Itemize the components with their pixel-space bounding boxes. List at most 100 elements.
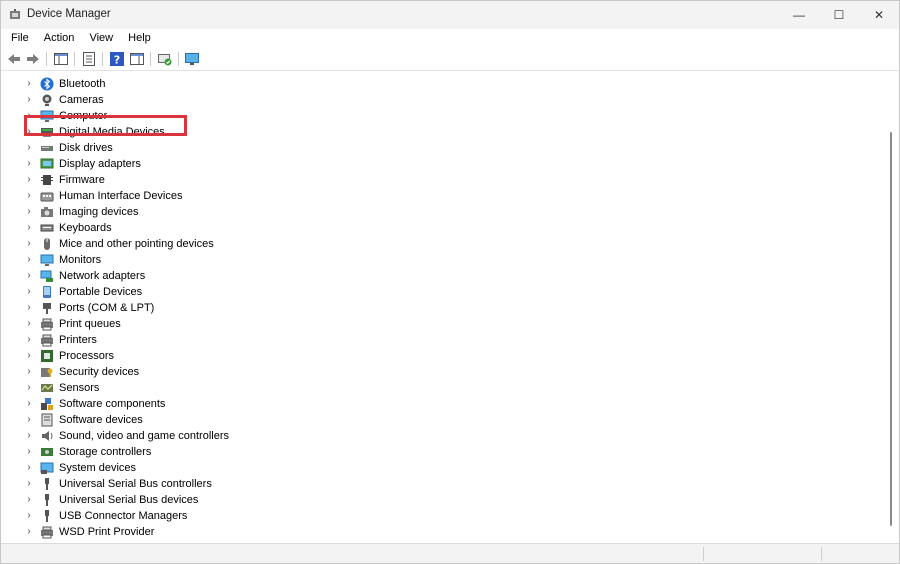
tree-item-label: Human Interface Devices: [59, 190, 183, 202]
vertical-scrollbar[interactable]: [885, 71, 899, 543]
portable-device-icon: [43, 286, 51, 298]
tree-item-keyboards[interactable]: › Keyboards: [23, 220, 623, 236]
port-icon: [43, 303, 51, 314]
chevron-right-icon[interactable]: ›: [23, 236, 35, 252]
menu-action[interactable]: Action: [38, 29, 81, 47]
chevron-right-icon[interactable]: ›: [23, 348, 35, 364]
tree-item-system-devices[interactable]: › System devices: [23, 460, 623, 476]
scan-hardware-icon[interactable]: [157, 51, 173, 67]
chevron-right-icon[interactable]: ›: [23, 140, 35, 156]
tree-item-ports-com-lpt[interactable]: › Ports (COM & LPT): [23, 300, 623, 316]
chevron-right-icon[interactable]: ›: [23, 492, 35, 508]
menu-file[interactable]: File: [5, 29, 35, 47]
tree-item-universal-serial-bus-controllers[interactable]: › Universal Serial Bus controllers: [23, 476, 623, 492]
chevron-right-icon[interactable]: ›: [23, 460, 35, 476]
disk-drive-icon: [41, 146, 53, 151]
keyboard-icon: [40, 224, 54, 232]
status-separator: [703, 547, 704, 561]
chevron-right-icon[interactable]: ›: [23, 524, 35, 540]
show-hide-console-tree-icon[interactable]: [53, 51, 69, 67]
chevron-right-icon[interactable]: ›: [23, 268, 35, 284]
menu-view[interactable]: View: [83, 29, 119, 47]
tree-item-firmware[interactable]: › Firmware: [23, 172, 623, 188]
tree-item-software-devices[interactable]: › Software devices: [23, 412, 623, 428]
monitor-icon[interactable]: [184, 51, 200, 67]
chevron-right-icon[interactable]: ›: [23, 204, 35, 220]
tree-item-software-components[interactable]: › Software components: [23, 396, 623, 412]
help-icon[interactable]: ?: [109, 51, 125, 67]
storage-controller-icon: [41, 448, 53, 456]
hid-icon: [40, 192, 54, 202]
tree-item-processors[interactable]: › Processors: [23, 348, 623, 364]
tree-item-bluetooth[interactable]: › Bluetooth: [23, 76, 623, 92]
tree-item-network-adapters[interactable]: › Network adapters: [23, 268, 623, 284]
chevron-right-icon[interactable]: ›: [23, 428, 35, 444]
chevron-right-icon[interactable]: ›: [23, 476, 35, 492]
maximize-button[interactable]: ☐: [821, 1, 857, 29]
action-pane-icon[interactable]: [129, 51, 145, 67]
properties-icon[interactable]: [81, 51, 97, 67]
system-device-icon: [40, 462, 54, 474]
tree-item-storage-controllers[interactable]: › Storage controllers: [23, 444, 623, 460]
tree-item-wsd-print-provider[interactable]: › WSD Print Provider: [23, 524, 623, 540]
chevron-right-icon[interactable]: ›: [23, 76, 35, 92]
tree-item-print-queues[interactable]: › Print queues: [23, 316, 623, 332]
status-bar: [1, 543, 899, 563]
sensor-icon: [41, 384, 53, 392]
chevron-right-icon[interactable]: ›: [23, 284, 35, 300]
tree-item-label: System devices: [59, 462, 137, 474]
chevron-right-icon[interactable]: ›: [23, 220, 35, 236]
chevron-right-icon[interactable]: ›: [23, 332, 35, 348]
menu-bar: File Action View Help: [1, 29, 899, 47]
tree-item-human-interface-devices[interactable]: › Human Interface Devices: [23, 188, 623, 204]
usb-controller-icon: [45, 478, 49, 490]
chevron-right-icon[interactable]: ›: [23, 316, 35, 332]
chevron-right-icon[interactable]: ›: [23, 188, 35, 204]
title-bar[interactable]: Device Manager — ☐ ✕: [1, 1, 899, 29]
chevron-right-icon[interactable]: ›: [23, 396, 35, 412]
tree-item-disk-drives[interactable]: › Disk drives: [23, 140, 623, 156]
chevron-right-icon[interactable]: ›: [23, 92, 35, 108]
tree-item-label: Universal Serial Bus controllers: [59, 478, 212, 490]
tree-item-label: Print queues: [59, 318, 121, 330]
tree-item-sound-video-and-game-controllers[interactable]: › Sound, video and game controllers: [23, 428, 623, 444]
chevron-right-icon[interactable]: ›: [23, 156, 35, 172]
tree-item-sensors[interactable]: › Sensors: [23, 380, 623, 396]
processor-icon: [41, 350, 53, 362]
toolbar-separator: [74, 52, 75, 66]
chevron-right-icon[interactable]: ›: [23, 364, 35, 380]
tree-item-security-devices[interactable]: › Security devices: [23, 364, 623, 380]
print-queue-icon: [41, 318, 53, 331]
tree-item-cameras[interactable]: › Cameras: [23, 92, 623, 108]
chevron-right-icon[interactable]: ›: [23, 380, 35, 396]
tree-item-display-adapters[interactable]: › Display adapters: [23, 156, 623, 172]
tree-item-label: Keyboards: [59, 222, 112, 234]
tree-item-monitors[interactable]: › Monitors: [23, 252, 623, 268]
tree-item-usb-connector-managers[interactable]: › USB Connector Managers: [23, 508, 623, 524]
tree-item-label: Sensors: [59, 382, 100, 394]
tree-item-label: Sound, video and game controllers: [59, 430, 229, 442]
tree-item-printers[interactable]: › Printers: [23, 332, 623, 348]
chevron-right-icon[interactable]: ›: [23, 172, 35, 188]
chevron-right-icon[interactable]: ›: [23, 444, 35, 460]
chevron-right-icon[interactable]: ›: [23, 508, 35, 524]
close-button[interactable]: ✕: [861, 1, 897, 29]
tree-item-portable-devices[interactable]: › Portable Devices: [23, 284, 623, 300]
camera-icon: [42, 94, 52, 106]
usb-device-icon: [45, 494, 49, 506]
back-arrow-icon[interactable]: [6, 51, 22, 67]
forward-arrow-icon[interactable]: [25, 51, 41, 67]
monitor-icon: [40, 254, 54, 266]
bluetooth-icon: [40, 77, 54, 91]
menu-help[interactable]: Help: [122, 29, 157, 47]
minimize-button[interactable]: —: [781, 1, 817, 29]
scrollbar-thumb[interactable]: [890, 132, 892, 526]
chevron-right-icon[interactable]: ›: [23, 412, 35, 428]
chevron-right-icon[interactable]: ›: [23, 300, 35, 316]
firmware-icon: [41, 175, 53, 185]
tree-item-label: Universal Serial Bus devices: [59, 494, 199, 506]
tree-item-universal-serial-bus-devices[interactable]: › Universal Serial Bus devices: [23, 492, 623, 508]
tree-item-imaging-devices[interactable]: › Imaging devices: [23, 204, 623, 220]
chevron-right-icon[interactable]: ›: [23, 252, 35, 268]
tree-item-mice-and-other-pointing-devices[interactable]: › Mice and other pointing devices: [23, 236, 623, 252]
